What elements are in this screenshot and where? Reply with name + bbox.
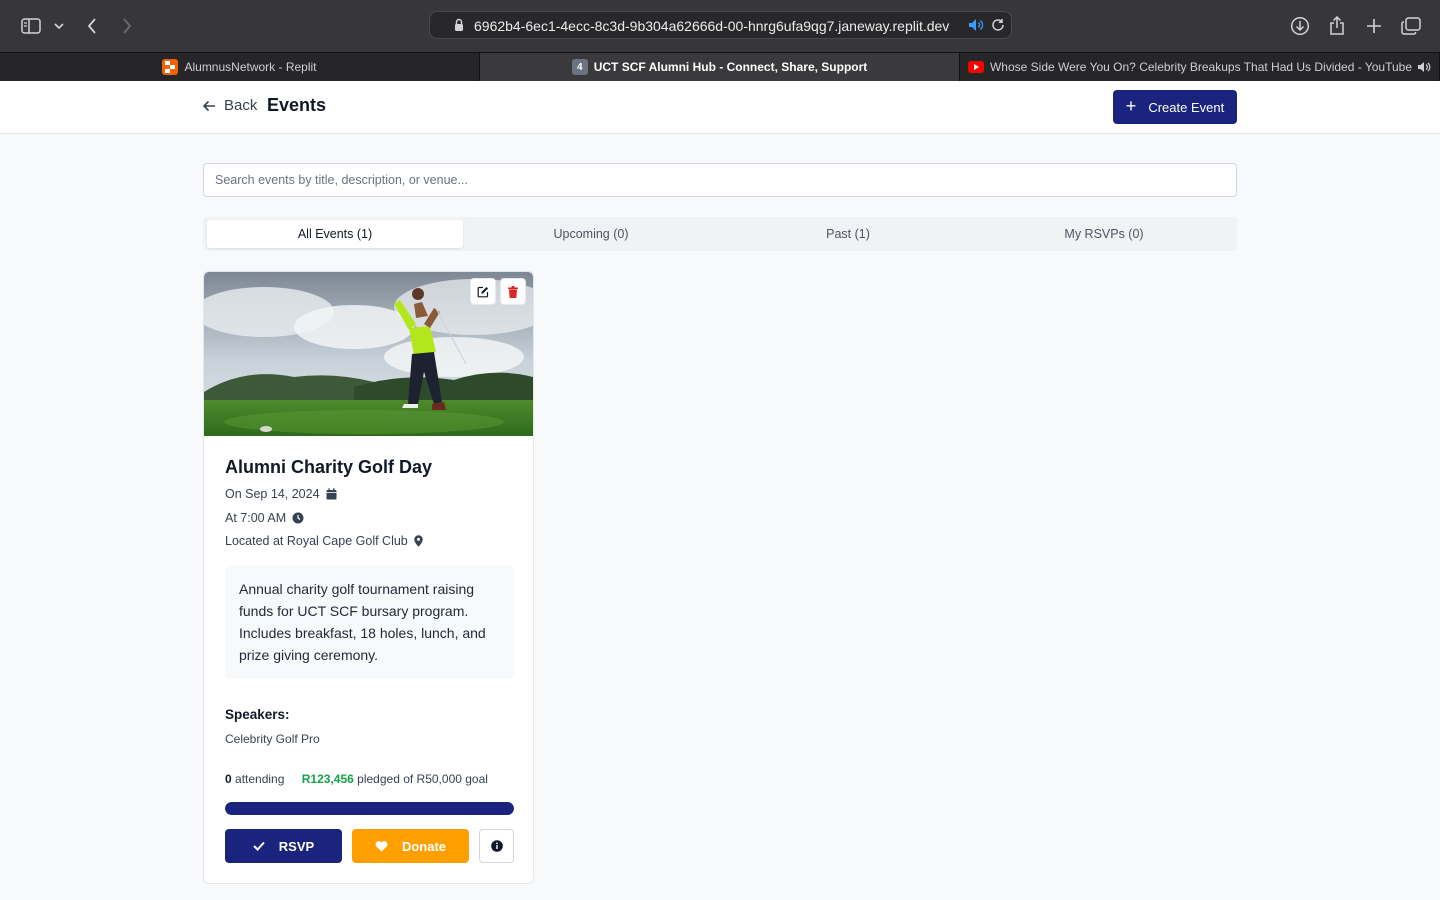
browser-tab-strip: AlumnusNetwork - Replit 4 UCT SCF Alumni… [0, 52, 1440, 81]
tab-title: AlumnusNetwork - Replit [184, 60, 317, 74]
app-header: Back Events + Create Event [0, 81, 1440, 134]
heart-icon [375, 840, 388, 852]
rsvp-button[interactable]: RSVP [225, 829, 342, 863]
tab-upcoming[interactable]: Upcoming (0) [463, 220, 719, 248]
back-label: Back [224, 97, 258, 114]
event-card: Alumni Charity Golf Day On Sep 14, 2024 … [203, 271, 534, 884]
donate-button[interactable]: Donate [352, 829, 469, 863]
event-image [204, 272, 533, 436]
donate-label: Donate [401, 838, 447, 854]
rsvp-label: RSVP [278, 838, 315, 854]
map-pin-icon [414, 535, 423, 547]
new-tab-icon[interactable] [1360, 12, 1388, 40]
speakers-list: Celebrity Golf Pro [225, 732, 320, 746]
event-time-text: At 7:00 AM [225, 511, 287, 525]
event-date-text: On Sep 14, 2024 [225, 487, 320, 501]
calendar-icon [326, 488, 337, 500]
clock-icon [292, 512, 304, 524]
event-info-button[interactable] [479, 829, 514, 863]
pledged-label: pledged of R50,000 goal [357, 772, 488, 786]
pledged-amount: R123,456 [301, 772, 354, 786]
speaker-icon[interactable] [968, 18, 984, 37]
create-event-button[interactable]: + Create Event [1113, 90, 1237, 124]
tab-audio-icon[interactable] [1417, 61, 1431, 73]
delete-event-button[interactable] [500, 278, 526, 305]
check-icon [253, 841, 265, 851]
reload-icon[interactable] [991, 18, 1005, 37]
forward-nav-icon[interactable] [113, 12, 141, 40]
arrow-left-icon [202, 100, 215, 111]
event-date: On Sep 14, 2024 [225, 487, 337, 501]
filter-tabs: All Events (1) Upcoming (0) Past (1) My … [203, 217, 1237, 251]
browser-tab-replit[interactable]: AlumnusNetwork - Replit [0, 53, 480, 81]
browser-tab-alumni-hub[interactable]: 4 UCT SCF Alumni Hub - Connect, Share, S… [480, 53, 960, 81]
lock-icon [454, 18, 464, 37]
event-location: Located at Royal Cape Golf Club [225, 534, 423, 548]
attending-count: 0 [225, 772, 232, 786]
search-input[interactable] [203, 163, 1237, 197]
download-icon[interactable] [1286, 12, 1314, 40]
back-nav-icon[interactable] [78, 12, 106, 40]
edit-icon [477, 286, 489, 297]
page-title: Events [267, 95, 327, 115]
tab-title: UCT SCF Alumni Hub - Connect, Share, Sup… [593, 60, 868, 74]
youtube-icon [967, 59, 984, 75]
tab-overview-icon[interactable] [1397, 12, 1425, 40]
url-text: 6962b4-6ec1-4ecc-8c3d-9b304a62666d-00-hn… [474, 18, 950, 34]
event-time: At 7:00 AM [225, 511, 304, 525]
chevron-down-icon[interactable] [47, 12, 71, 40]
attending-label: attending [235, 772, 285, 786]
info-icon [490, 840, 503, 852]
event-title: Alumni Charity Golf Day [225, 457, 433, 477]
browser-tab-youtube[interactable]: Whose Side Were You On? Celebrity Breaku… [960, 53, 1440, 81]
tab-title: Whose Side Were You On? Celebrity Breaku… [989, 60, 1412, 74]
back-button[interactable]: Back [202, 97, 257, 114]
trash-icon [508, 285, 518, 298]
address-bar[interactable]: 6962b4-6ec1-4ecc-8c3d-9b304a62666d-00-hn… [429, 11, 1012, 39]
tab-favicon-badge: 4 [571, 59, 588, 75]
event-location-text: Located at Royal Cape Golf Club [225, 534, 408, 548]
replit-icon [162, 59, 179, 75]
share-icon[interactable] [1323, 12, 1351, 40]
plus-icon: + [1125, 95, 1137, 116]
tab-all-events[interactable]: All Events (1) [207, 220, 463, 248]
event-description: Annual charity golf tournament raising f… [225, 565, 514, 679]
sidebar-toggle-icon[interactable] [17, 12, 45, 40]
tab-my-rsvps[interactable]: My RSVPs (0) [976, 220, 1232, 248]
create-event-label: Create Event [1148, 99, 1225, 115]
browser-toolbar: 6962b4-6ec1-4ecc-8c3d-9b304a62666d-00-hn… [0, 0, 1440, 52]
tab-past[interactable]: Past (1) [720, 220, 976, 248]
donation-progress-bar [225, 802, 514, 815]
event-stats: 0 attending R123,456 pledged of R50,000 … [225, 772, 488, 786]
donation-progress-fill [225, 802, 514, 815]
edit-event-button[interactable] [470, 278, 496, 305]
speakers-heading: Speakers: [225, 707, 290, 722]
